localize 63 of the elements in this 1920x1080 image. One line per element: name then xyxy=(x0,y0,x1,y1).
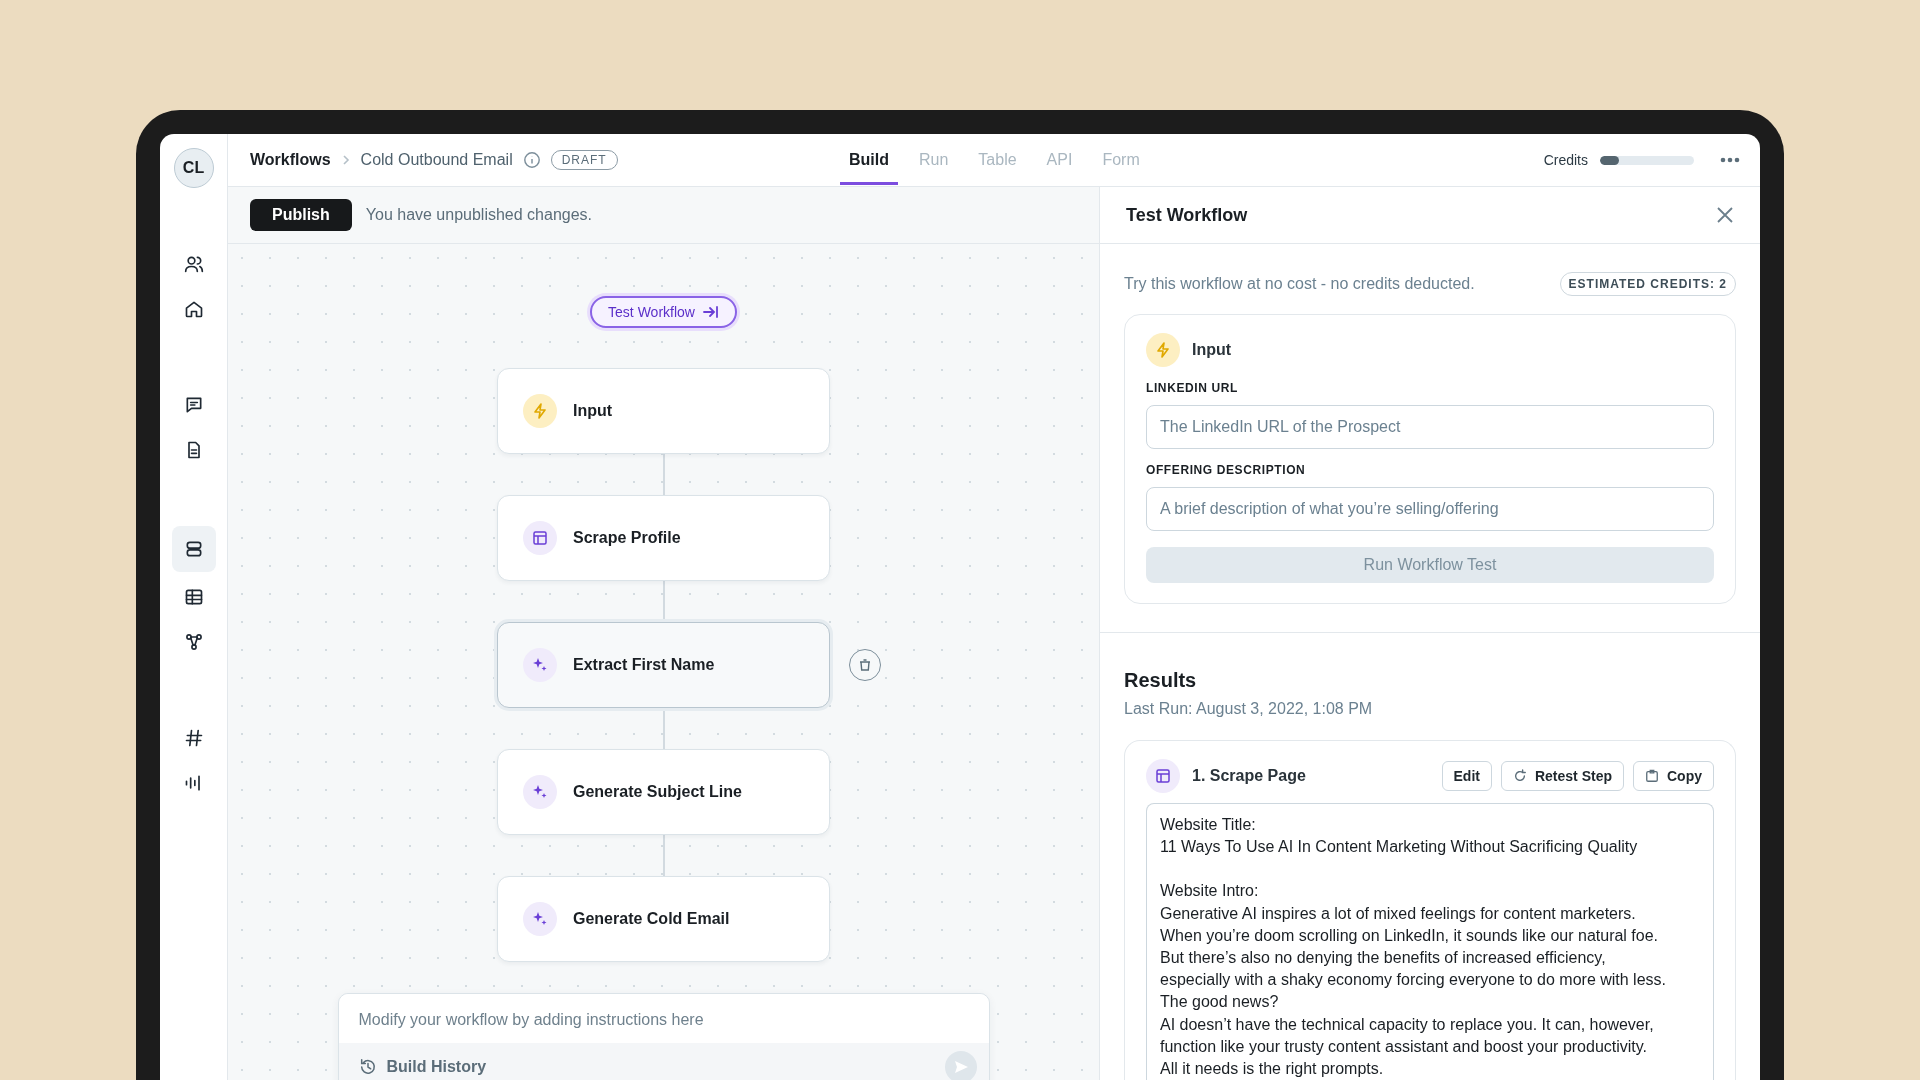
people-icon xyxy=(183,254,204,274)
breadcrumb-link[interactable]: Workflows xyxy=(250,151,331,169)
output-text: especially with a shaky economy forcing everyone to do more with less. xyxy=(1160,970,1667,991)
workflow-step-card[interactable]: Generate Cold Email xyxy=(497,876,830,962)
sparkle-icon xyxy=(523,775,557,809)
build-history-link[interactable]: Build History xyxy=(358,1058,487,1076)
instructions-field[interactable]: Modify your workflow by adding instructions here xyxy=(338,994,989,1043)
card-title: Input xyxy=(1192,341,1232,359)
instructions-composer[interactable]: Modify your workflow by adding instructions here Build History xyxy=(337,993,990,1080)
hash-icon xyxy=(183,728,204,748)
table-icon xyxy=(183,587,204,607)
output-text: function like your trusty content assistant and boost your productivity. xyxy=(1160,1036,1649,1057)
breadcrumb-link[interactable]: Cold Outbound Email xyxy=(360,151,513,169)
cost-note: Try this workflow at no cost - no credits deducted. xyxy=(1124,275,1475,293)
results-title: Results xyxy=(1124,669,1198,692)
credits-label: Credits xyxy=(1543,152,1588,168)
arrow-to-line-icon xyxy=(702,305,719,319)
more-icon[interactable] xyxy=(1720,157,1740,163)
sparkle-icon xyxy=(523,648,557,682)
history-icon xyxy=(358,1058,377,1076)
step-title: 1. Scrape Page xyxy=(1192,767,1306,785)
retest-button[interactable]: Retest Step xyxy=(1500,761,1624,791)
lightning-icon xyxy=(523,394,557,428)
output-label: Website Title: xyxy=(1160,815,1257,835)
field-label: LINKEDIN URL xyxy=(1146,381,1239,395)
close-icon[interactable] xyxy=(1716,206,1734,224)
output-text: The good news? xyxy=(1160,992,1280,1013)
chevron-right-icon xyxy=(340,154,351,166)
input-field[interactable]: A brief description of what you’re selling/offering xyxy=(1146,487,1714,531)
input-field[interactable]: The LinkedIn URL of the Prospect xyxy=(1146,405,1714,449)
trash-icon xyxy=(858,658,872,672)
output-text: When you’re doom scrolling on LinkedIn, it sounds like our natural foe. xyxy=(1160,925,1660,946)
test-workflow-button[interactable]: Test Workflow xyxy=(590,296,737,328)
clipboard-icon xyxy=(1645,769,1659,783)
output-text: But there’s also no denying the benefits of increased efficiency, xyxy=(1160,948,1607,968)
workflow-step-card[interactable]: Input xyxy=(497,368,830,454)
output-text: Generative AI inspires a lot of mixed feelings for content marketers. xyxy=(1160,903,1637,924)
layout-icon xyxy=(523,521,557,555)
panel-title: Test Workflow xyxy=(1126,204,1248,226)
refresh-icon xyxy=(1512,769,1527,783)
home-icon xyxy=(183,299,204,319)
delete-button[interactable] xyxy=(849,649,881,681)
workflow-step-card[interactable]: Extract First Name xyxy=(497,622,830,708)
edit-button[interactable]: Edit xyxy=(1441,761,1492,791)
output-text: 11 Ways To Use AI In Content Marketing Without Sacrificing Quality xyxy=(1160,837,1639,858)
user-avatar[interactable]: CL xyxy=(173,148,214,188)
sparkle-icon xyxy=(523,902,557,936)
workflow-step-card[interactable]: Generate Subject Line xyxy=(497,749,830,835)
info-icon[interactable] xyxy=(522,151,541,169)
output-label: Website Intro: xyxy=(1160,881,1260,902)
field-label: OFFERING DESCRIPTION xyxy=(1146,463,1307,477)
output-text: AI doesn’t have the technical capacity to replace you. It can, however, xyxy=(1160,1014,1655,1035)
copy-button[interactable]: Copy xyxy=(1633,761,1714,791)
nodes-icon xyxy=(183,632,204,652)
layout-icon xyxy=(1146,759,1180,793)
lightning-icon xyxy=(1146,333,1180,367)
send-icon xyxy=(952,1059,969,1075)
workflows-nav-item[interactable] xyxy=(171,526,216,572)
output-text: All it needs is the right prompts. xyxy=(1160,1059,1385,1080)
unpublished-message: You have unpublished changes. xyxy=(365,206,593,224)
workflow-step-card[interactable]: Scrape Profile xyxy=(497,495,830,581)
publish-button[interactable]: Publish xyxy=(250,199,352,231)
last-run-text: Last Run: August 3, 2022, 1:08 PM xyxy=(1124,700,1374,718)
